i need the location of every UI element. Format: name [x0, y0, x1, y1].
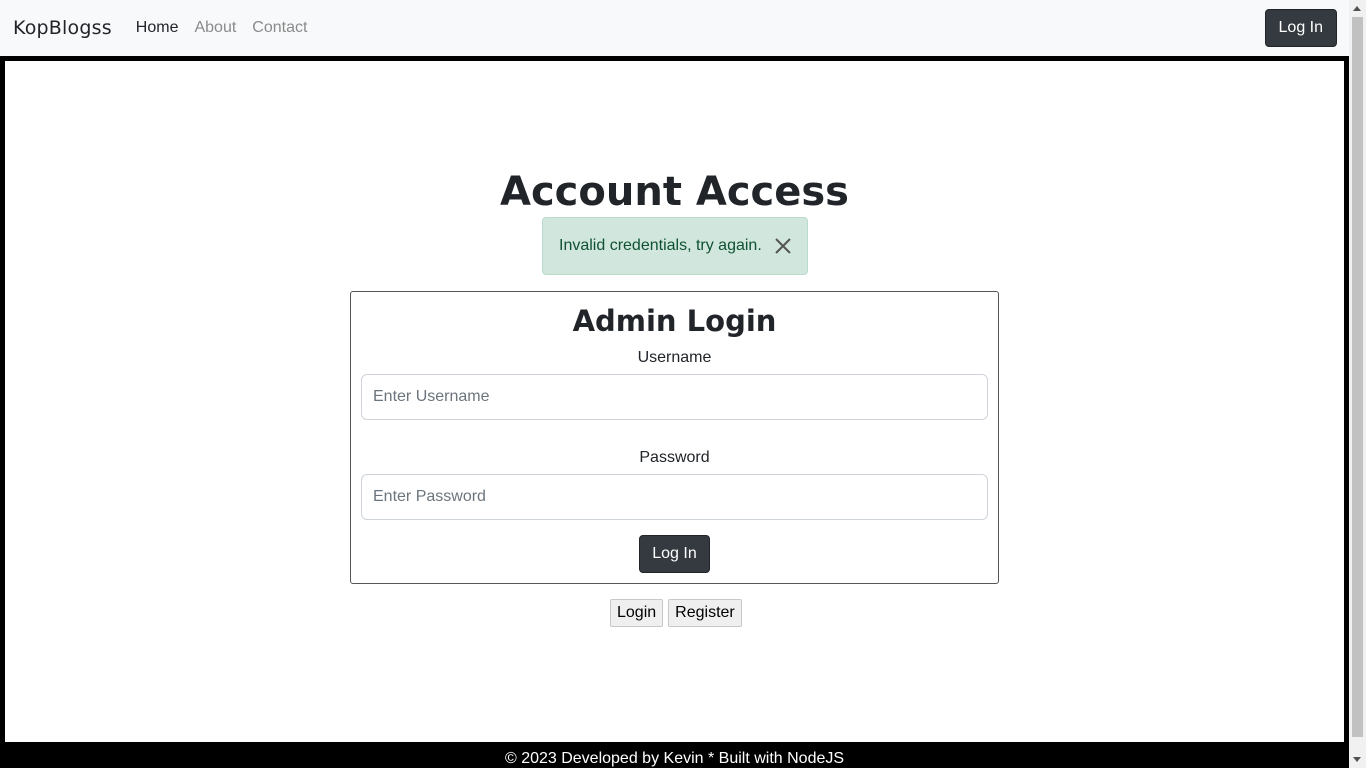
- page-title: Account Access: [500, 169, 849, 215]
- page-scrollbar[interactable]: [1349, 0, 1366, 768]
- login-submit-button[interactable]: Log In: [639, 535, 710, 573]
- alert-message: Invalid credentials, try again.: [559, 237, 762, 254]
- switch-register-button[interactable]: Register: [668, 599, 742, 627]
- username-input[interactable]: [361, 374, 988, 420]
- footer: © 2023 Developed by Kevin * Built with N…: [0, 742, 1349, 768]
- password-label: Password: [639, 449, 710, 466]
- nav-link-contact[interactable]: Contact: [244, 19, 315, 37]
- scroll-up-icon[interactable]: [1353, 6, 1361, 11]
- footer-text: © 2023 Developed by Kevin * Built with N…: [504, 750, 845, 767]
- main-content: Account Access Invalid credentials, try …: [0, 56, 1349, 742]
- nav-link-about[interactable]: About: [186, 19, 244, 37]
- error-alert: Invalid credentials, try again.: [542, 217, 808, 275]
- navbar: KopBlogss Home About Contact Log In: [0, 0, 1349, 56]
- form-switcher: Login Register: [610, 599, 742, 627]
- scroll-down-icon[interactable]: [1353, 757, 1361, 762]
- switch-login-button[interactable]: Login: [610, 599, 664, 627]
- login-form-title: Admin Login: [572, 304, 777, 338]
- login-form: Admin Login Username Password Log In: [350, 291, 999, 584]
- username-label: Username: [637, 349, 712, 366]
- nav-link-home[interactable]: Home: [128, 19, 187, 37]
- navbar-login-button[interactable]: Log In: [1264, 9, 1337, 47]
- close-icon[interactable]: [773, 236, 793, 256]
- password-input[interactable]: [361, 474, 988, 520]
- brand-logo[interactable]: KopBlogss: [13, 17, 112, 39]
- scrollbar-thumb[interactable]: [1352, 17, 1363, 737]
